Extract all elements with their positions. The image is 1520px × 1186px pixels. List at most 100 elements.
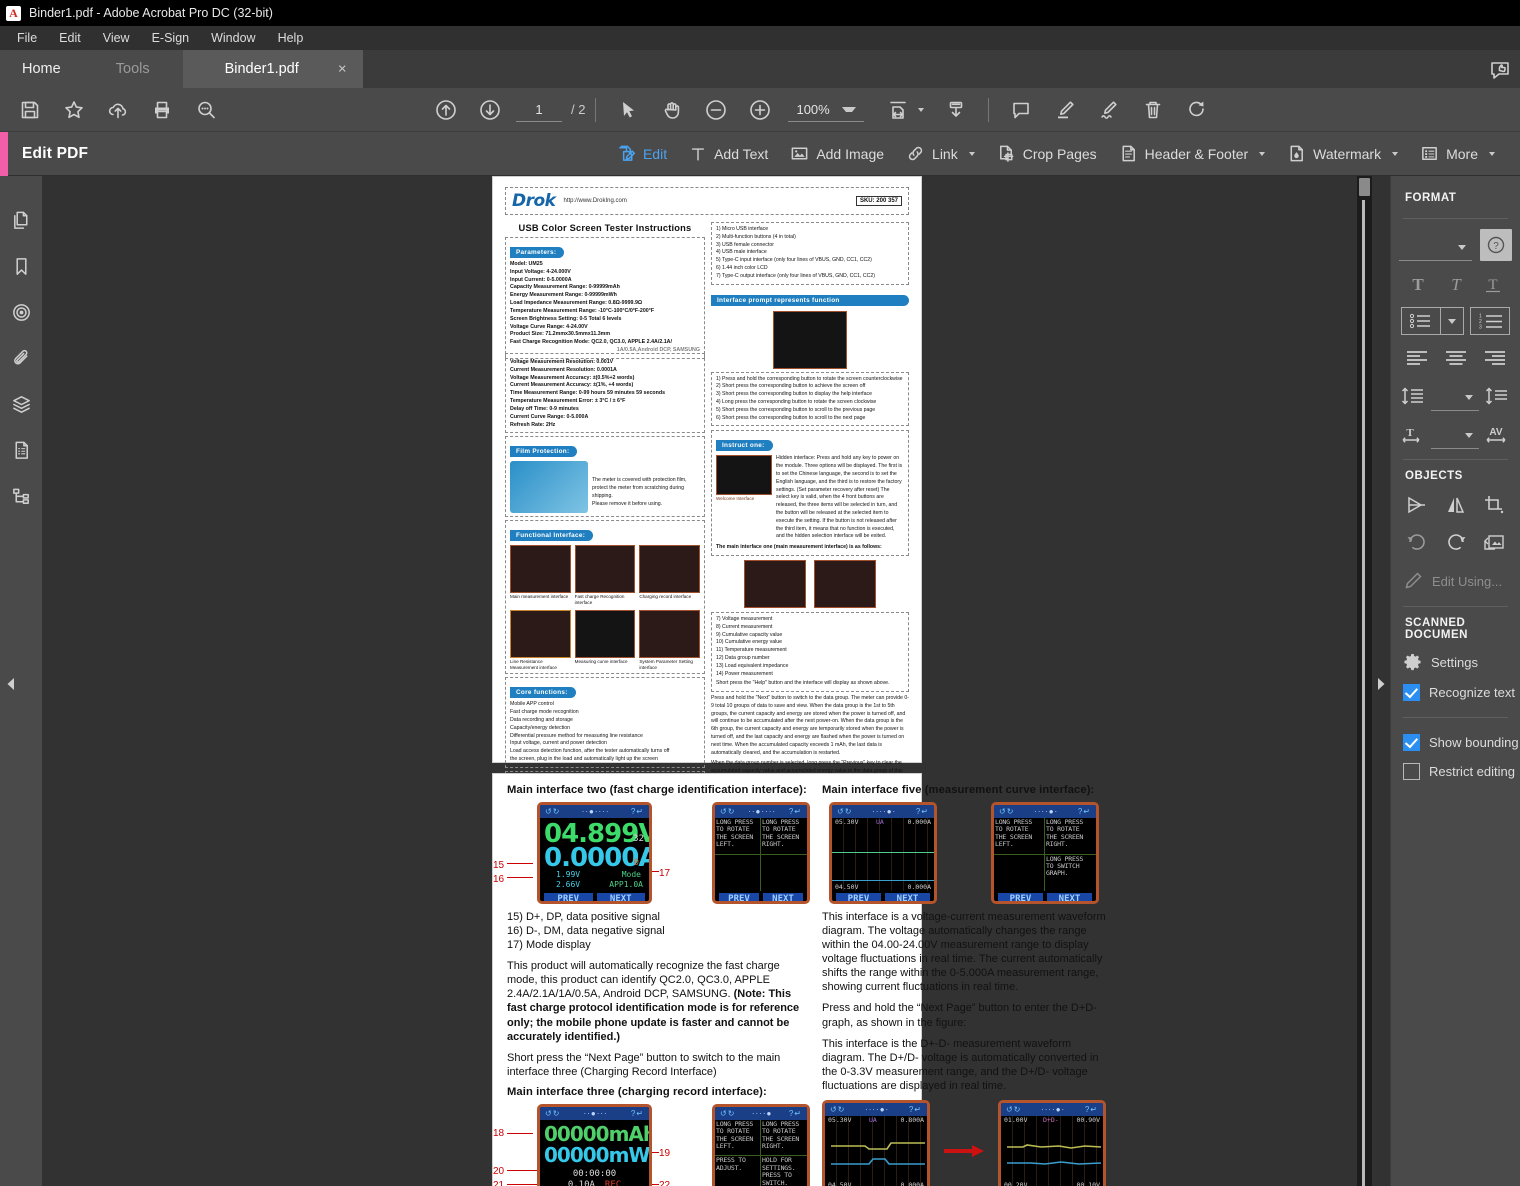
menu-window[interactable]: Window	[200, 28, 266, 48]
line-spacing-icon[interactable]	[1399, 381, 1427, 411]
feedback-icon[interactable]	[1486, 59, 1512, 81]
star-icon[interactable]	[52, 90, 96, 130]
cursor-select-icon[interactable]	[606, 90, 650, 130]
draw-pen-icon[interactable]	[1087, 90, 1131, 130]
cloud-upload-icon[interactable]	[96, 90, 140, 130]
hand-pan-icon[interactable]	[650, 90, 694, 130]
recognize-text-checkbox[interactable]	[1403, 684, 1420, 701]
layers-icon[interactable]	[4, 384, 38, 424]
attachments-paperclip-icon[interactable]	[4, 338, 38, 378]
save-icon[interactable]	[8, 90, 52, 130]
title-bar: Binder1.pdf - Adobe Acrobat Pro DC (32-b…	[0, 0, 1520, 26]
page-number-input[interactable]	[516, 97, 562, 122]
crop-object-icon[interactable]	[1479, 490, 1510, 520]
zoom-level-value: 100%	[796, 101, 830, 117]
lcd-help-overlay-five: ↺↻ ····●· ?↵ LONG PRESS TO ROTATE THE SC…	[991, 802, 1099, 904]
bulleted-list-caret[interactable]	[1441, 307, 1464, 335]
menu-view[interactable]: View	[92, 28, 141, 48]
flip-vertical-icon[interactable]	[1440, 490, 1471, 520]
tags-tree-icon[interactable]	[4, 476, 38, 516]
crop-pages-button[interactable]: Crop Pages	[986, 138, 1108, 169]
fit-width-icon[interactable]	[876, 90, 920, 130]
vertical-scrollbar[interactable]	[1357, 176, 1372, 1186]
tab-tools[interactable]: Tools	[82, 50, 183, 88]
menu-edit[interactable]: Edit	[48, 28, 92, 48]
align-left-icon[interactable]	[1401, 343, 1432, 373]
flip-horizontal-icon[interactable]	[1401, 490, 1432, 520]
line-spacing-select[interactable]	[1431, 385, 1479, 411]
horizontal-scale-icon[interactable]: T	[1399, 419, 1427, 449]
menu-help[interactable]: Help	[267, 28, 315, 48]
paragraph-spacing-icon[interactable]	[1483, 381, 1511, 411]
underline-T-icon[interactable]: T	[1476, 269, 1510, 299]
add-image-button[interactable]: Add Image	[779, 138, 895, 169]
help-question-icon[interactable]: ?	[1480, 229, 1512, 261]
scrollbar-thumb[interactable]	[1359, 178, 1370, 196]
italic-T-icon[interactable]: T	[1439, 269, 1473, 299]
more-button[interactable]: More	[1409, 138, 1506, 169]
collapse-right-panel-handle[interactable]	[1374, 674, 1388, 694]
comment-icon[interactable]	[999, 90, 1043, 130]
interface-item: 4) USB male interface	[715, 249, 767, 256]
letter-spacing-AV-icon[interactable]: AV	[1483, 419, 1511, 449]
acrobat-window: Binder1.pdf - Adobe Acrobat Pro DC (32-b…	[0, 0, 1520, 1186]
restrict-editing-checkbox[interactable]	[1403, 763, 1420, 780]
interface-item: 7) Type-C output interface (only four li…	[715, 272, 876, 279]
edit-using-button[interactable]: Edit Using...	[1391, 566, 1520, 596]
page-down-icon[interactable]	[468, 90, 512, 130]
show-bounding-checkbox[interactable]	[1403, 734, 1420, 751]
lcd-status-bar: ↺↻ ····●· ?↵	[832, 805, 934, 818]
tab-document[interactable]: Binder1.pdf ×	[182, 50, 363, 88]
page-up-icon[interactable]	[424, 90, 468, 130]
zoom-in-icon[interactable]	[738, 90, 782, 130]
zoom-out-icon[interactable]	[694, 90, 738, 130]
link-button[interactable]: Link	[895, 138, 986, 169]
header-footer-button[interactable]: Header & Footer	[1108, 138, 1277, 169]
measure-item: 13) Load equivalent impedance	[715, 662, 789, 669]
print-icon[interactable]	[140, 90, 184, 130]
lcd-energy-mwh: 00000mWh	[544, 1142, 652, 1167]
align-center-icon[interactable]	[1440, 343, 1471, 373]
zoom-level-select[interactable]: 100%	[788, 98, 865, 122]
settings-label: Settings	[1431, 655, 1478, 670]
collapse-left-panel-handle[interactable]	[4, 674, 18, 694]
bold-T-icon[interactable]: T	[1401, 269, 1435, 299]
fit-width-caret-icon[interactable]	[918, 107, 925, 112]
edit-button[interactable]: Edit	[606, 138, 678, 169]
restrict-editing-row[interactable]: Restrict editing	[1391, 757, 1520, 786]
fit-page-icon[interactable]	[934, 90, 978, 130]
interface-item: 5) Type-C input interface (only four lin…	[715, 257, 872, 264]
bulleted-list-icon[interactable]	[1401, 307, 1442, 335]
core-item: the screen, plug in the load and automat…	[510, 755, 658, 762]
measure-list-section: 7) Voltage measurement 8) Current measur…	[710, 611, 909, 693]
watermark-button[interactable]: Watermark	[1276, 138, 1409, 169]
horizontal-scale-select[interactable]	[1431, 423, 1479, 449]
document-viewer[interactable]: Drok http://www.DrokIng.com SKU: 200 357…	[42, 176, 1390, 1186]
show-bounding-row[interactable]: Show bounding	[1391, 728, 1520, 757]
document-text-icon[interactable]	[4, 430, 38, 470]
rotate-clockwise-icon[interactable]	[1440, 528, 1471, 558]
page-thumbnails-icon[interactable]	[4, 200, 38, 240]
target-circle-icon[interactable]	[4, 292, 38, 332]
settings-button[interactable]: Settings	[1391, 647, 1520, 678]
group-note: Press and hold the "Next" button to swit…	[710, 695, 909, 756]
tab-home[interactable]: Home	[0, 50, 83, 88]
close-icon[interactable]: ×	[338, 62, 347, 77]
numbered-list-icon[interactable]: 123	[1469, 307, 1511, 335]
trash-icon[interactable]	[1131, 90, 1175, 130]
highlight-pen-icon[interactable]	[1043, 90, 1087, 130]
chevron-down-icon	[968, 151, 975, 156]
menu-esign[interactable]: E-Sign	[141, 28, 201, 48]
rotate-icon[interactable]	[1175, 90, 1219, 130]
search-zoom-icon[interactable]	[184, 90, 228, 130]
bookmarks-icon[interactable]	[4, 246, 38, 286]
scrollbar-rail[interactable]	[1362, 200, 1365, 1186]
recognize-text-row[interactable]: Recognize text	[1391, 678, 1520, 707]
recognize-text-label: Recognize text	[1429, 685, 1515, 700]
font-size-select[interactable]	[1399, 235, 1472, 261]
menu-file[interactable]: File	[6, 28, 48, 48]
arrange-object-icon[interactable]	[1479, 528, 1510, 558]
align-right-icon[interactable]	[1479, 343, 1510, 373]
rotate-counterclockwise-icon[interactable]	[1401, 528, 1432, 558]
add-text-button[interactable]: Add Text	[678, 139, 779, 169]
